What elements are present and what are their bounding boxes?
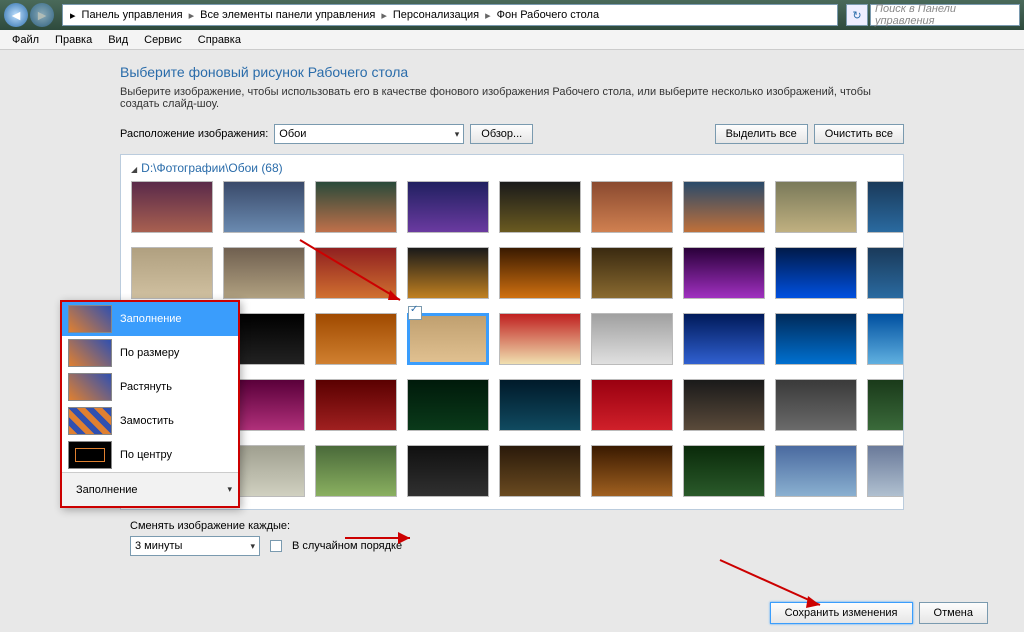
chevron-down-icon: ▾ bbox=[455, 129, 460, 140]
cancel-button[interactable]: Отмена bbox=[919, 602, 988, 624]
wallpaper-thumb[interactable] bbox=[315, 379, 397, 431]
wallpaper-thumb[interactable] bbox=[867, 247, 904, 299]
wallpaper-thumb[interactable] bbox=[591, 247, 673, 299]
browse-button[interactable]: Обзор... bbox=[470, 124, 533, 144]
back-button[interactable]: ◄ bbox=[4, 3, 28, 27]
location-value: Обои bbox=[279, 128, 306, 140]
wallpaper-thumb[interactable] bbox=[683, 379, 765, 431]
wallpaper-thumb[interactable] bbox=[591, 445, 673, 497]
change-interval-label: Сменять изображение каждые: bbox=[130, 520, 290, 532]
wallpaper-thumb[interactable] bbox=[407, 181, 489, 233]
shuffle-checkbox[interactable] bbox=[270, 540, 282, 552]
clear-all-button[interactable]: Очистить все bbox=[814, 124, 904, 144]
wallpaper-thumb[interactable] bbox=[499, 445, 581, 497]
wallpaper-thumb[interactable] bbox=[775, 379, 857, 431]
wallpaper-thumb[interactable] bbox=[591, 181, 673, 233]
wallpaper-thumb[interactable] bbox=[407, 247, 489, 299]
page-title: Выберите фоновый рисунок Рабочего стола bbox=[120, 64, 904, 80]
shuffle-label: В случайном порядке bbox=[292, 540, 402, 552]
wallpaper-thumb[interactable] bbox=[499, 379, 581, 431]
wallpaper-thumb[interactable] bbox=[315, 247, 397, 299]
wallpaper-thumb[interactable] bbox=[591, 313, 673, 365]
position-center[interactable]: По центру bbox=[62, 438, 238, 472]
wallpaper-thumb[interactable] bbox=[775, 247, 857, 299]
position-fill[interactable]: Заполнение bbox=[62, 302, 238, 336]
chevron-down-icon: ▾ bbox=[250, 541, 255, 552]
search-input[interactable]: Поиск в Панели управления bbox=[870, 4, 1020, 26]
wallpaper-thumb[interactable] bbox=[591, 379, 673, 431]
location-label: Расположение изображения: bbox=[120, 128, 268, 140]
menu-file[interactable]: Файл bbox=[4, 34, 47, 46]
wallpaper-thumb[interactable] bbox=[775, 445, 857, 497]
wallpaper-thumb[interactable] bbox=[499, 247, 581, 299]
interval-value: 3 минуты bbox=[135, 540, 182, 552]
wallpaper-thumb[interactable] bbox=[315, 313, 397, 365]
wallpaper-thumb[interactable] bbox=[683, 313, 765, 365]
refresh-button[interactable]: ↻ bbox=[846, 4, 868, 26]
wallpaper-thumb[interactable] bbox=[315, 445, 397, 497]
menu-edit[interactable]: Правка bbox=[47, 34, 100, 46]
crumb-1[interactable]: Панель управления bbox=[79, 9, 186, 21]
menu-view[interactable]: Вид bbox=[100, 34, 136, 46]
wallpaper-thumb[interactable] bbox=[315, 181, 397, 233]
wallpaper-thumb[interactable] bbox=[867, 313, 904, 365]
position-stretch[interactable]: Растянуть bbox=[62, 370, 238, 404]
position-tile[interactable]: Замостить bbox=[62, 404, 238, 438]
folder-label[interactable]: D:\Фотографии\Обои (68) bbox=[131, 161, 893, 175]
position-fit[interactable]: По размеру bbox=[62, 336, 238, 370]
wallpaper-thumb[interactable] bbox=[683, 181, 765, 233]
wallpaper-thumb[interactable] bbox=[867, 181, 904, 233]
wallpaper-thumb[interactable] bbox=[407, 445, 489, 497]
wallpaper-thumb[interactable] bbox=[407, 379, 489, 431]
wallpaper-thumb[interactable] bbox=[683, 247, 765, 299]
save-changes-button[interactable]: Сохранить изменения bbox=[770, 602, 913, 624]
wallpaper-thumb[interactable] bbox=[775, 181, 857, 233]
menu-service[interactable]: Сервис bbox=[136, 34, 190, 46]
page-subtitle: Выберите изображение, чтобы использовать… bbox=[120, 86, 904, 110]
wallpaper-thumb[interactable] bbox=[131, 247, 213, 299]
wallpaper-thumb[interactable] bbox=[775, 313, 857, 365]
menu-help[interactable]: Справка bbox=[190, 34, 249, 46]
crumb-2[interactable]: Все элементы панели управления bbox=[197, 9, 378, 21]
titlebar: ◄ ► ▸ Панель управления▸ Все элементы па… bbox=[0, 0, 1024, 30]
wallpaper-thumb[interactable] bbox=[407, 313, 489, 365]
wallpaper-thumb[interactable] bbox=[867, 379, 904, 431]
wallpaper-thumb[interactable] bbox=[499, 313, 581, 365]
thumbnail-grid bbox=[131, 181, 893, 501]
wallpaper-thumb[interactable] bbox=[131, 181, 213, 233]
wallpaper-thumb[interactable] bbox=[499, 181, 581, 233]
position-dropdown[interactable]: Заполнение▾ bbox=[62, 472, 238, 506]
breadcrumb[interactable]: ▸ Панель управления▸ Все элементы панели… bbox=[62, 4, 838, 26]
wallpaper-thumb[interactable] bbox=[683, 445, 765, 497]
position-menu: Заполнение По размеру Растянуть Замостит… bbox=[60, 300, 240, 508]
interval-dropdown[interactable]: 3 минуты ▾ bbox=[130, 536, 260, 556]
wallpaper-thumb[interactable] bbox=[223, 247, 305, 299]
select-all-button[interactable]: Выделить все bbox=[715, 124, 808, 144]
location-dropdown[interactable]: Обои ▾ bbox=[274, 124, 464, 144]
crumb-4[interactable]: Фон Рабочего стола bbox=[494, 9, 603, 21]
wallpaper-thumb[interactable] bbox=[223, 181, 305, 233]
forward-button[interactable]: ► bbox=[30, 3, 54, 27]
menubar: Файл Правка Вид Сервис Справка bbox=[0, 30, 1024, 50]
crumb-3[interactable]: Персонализация bbox=[390, 9, 482, 21]
wallpaper-thumb[interactable] bbox=[867, 445, 904, 497]
